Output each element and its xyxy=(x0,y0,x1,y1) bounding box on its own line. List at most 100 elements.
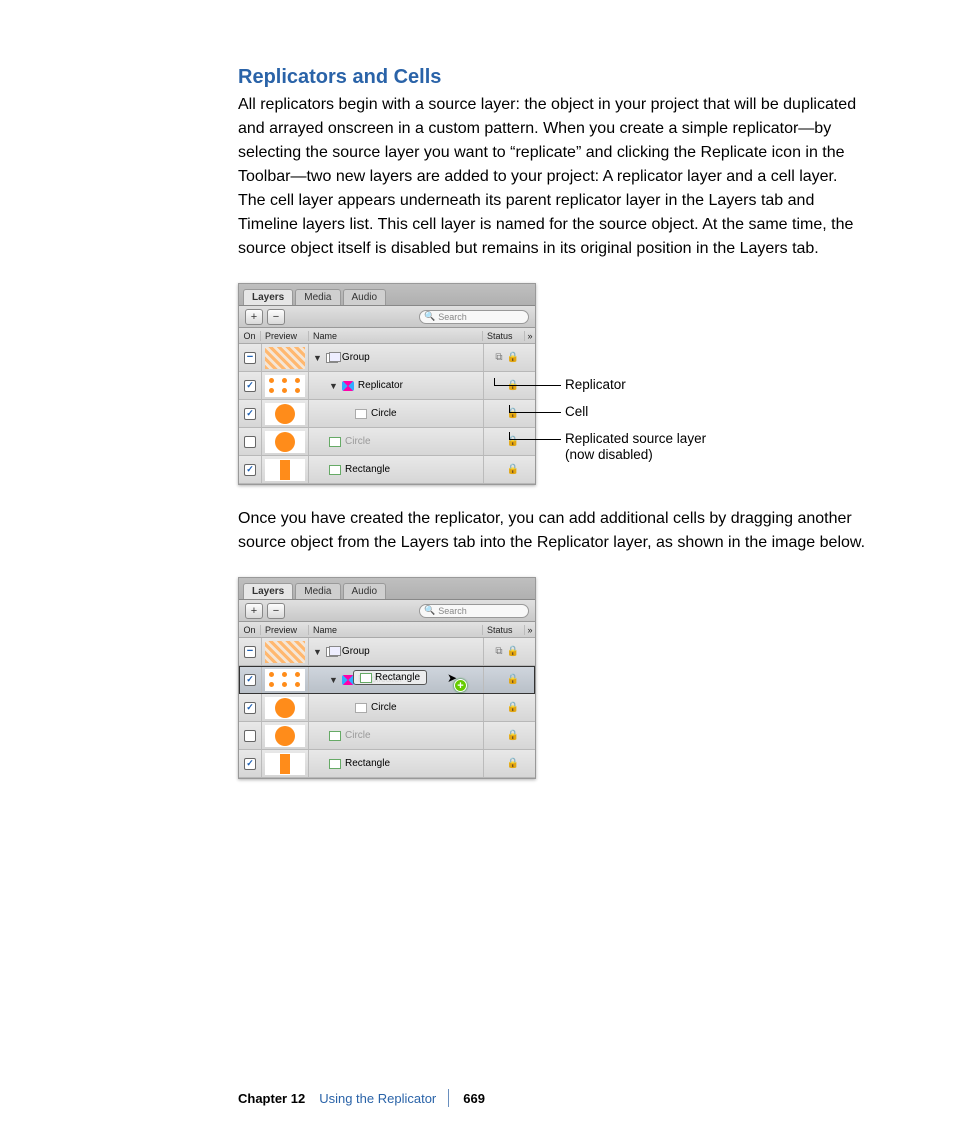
layer-row-group[interactable]: ▼ Group ⧉ 🔒 xyxy=(239,638,535,666)
hdr-status: Status xyxy=(483,625,525,635)
lock-icon[interactable]: 🔒 xyxy=(507,646,519,657)
footer-chapter-label: Chapter 12 xyxy=(238,1091,305,1106)
layer-row-rectangle[interactable]: Rectangle 🔒 xyxy=(239,750,535,778)
checkbox[interactable] xyxy=(244,702,256,714)
hdr-overflow: » xyxy=(525,331,535,341)
search-input[interactable]: 🔍 Search xyxy=(419,604,529,618)
preview-thumb xyxy=(265,641,305,663)
callout-cell: Cell xyxy=(565,404,588,421)
remove-button[interactable]: − xyxy=(267,309,285,325)
preview-thumb xyxy=(265,725,305,747)
search-input[interactable]: 🔍 Search xyxy=(419,310,529,324)
remove-button[interactable]: − xyxy=(267,603,285,619)
hdr-name: Name xyxy=(309,625,483,635)
shape-icon xyxy=(329,465,341,475)
preview-thumb xyxy=(265,403,305,425)
shape-icon xyxy=(329,437,341,447)
lock-icon[interactable]: 🔒 xyxy=(507,758,519,769)
preview-thumb xyxy=(265,375,305,397)
lock-icon[interactable]: 🔒 xyxy=(507,352,519,363)
tab-layers[interactable]: Layers xyxy=(243,583,293,599)
tab-audio[interactable]: Audio xyxy=(343,289,387,305)
shape-icon xyxy=(360,673,372,683)
layer-row-source-circle-disabled[interactable]: Circle 🔒 xyxy=(239,722,535,750)
search-placeholder: Search xyxy=(438,606,467,616)
copy-plus-icon: + xyxy=(454,679,467,692)
tab-layers[interactable]: Layers xyxy=(243,289,293,305)
checkbox[interactable] xyxy=(244,730,256,742)
layer-name: Group xyxy=(342,352,370,363)
layer-name: Group xyxy=(342,646,370,657)
checkbox[interactable] xyxy=(244,758,256,770)
panel-tabs: Layers Media Audio xyxy=(239,284,535,306)
search-icon: 🔍 xyxy=(424,605,435,616)
add-button[interactable]: + xyxy=(245,309,263,325)
callout-replicator: Replicator xyxy=(565,377,626,394)
panel-tabs: Layers Media Audio xyxy=(239,578,535,600)
tab-audio[interactable]: Audio xyxy=(343,583,387,599)
link-icon: ⧉ xyxy=(495,646,502,657)
checkbox[interactable] xyxy=(244,674,256,686)
layer-row-rectangle[interactable]: Rectangle 🔒 xyxy=(239,456,535,484)
body-para-2: Once you have created the replicator, yo… xyxy=(238,507,868,555)
checkbox[interactable] xyxy=(244,436,256,448)
tab-media[interactable]: Media xyxy=(295,289,340,305)
checkbox[interactable] xyxy=(244,408,256,420)
shape-icon xyxy=(355,409,367,419)
shape-icon xyxy=(355,703,367,713)
drag-ghost: Rectangle xyxy=(353,670,427,685)
layer-row-replicator[interactable]: ▼Replicator 🔒 xyxy=(239,372,535,400)
layer-name: Circle xyxy=(345,730,371,741)
hdr-preview: Preview xyxy=(261,331,309,341)
layer-name: Rectangle xyxy=(345,464,390,475)
replicator-icon xyxy=(342,381,354,391)
checkbox[interactable] xyxy=(244,646,256,658)
preview-thumb xyxy=(265,459,305,481)
checkbox[interactable] xyxy=(244,464,256,476)
layer-row-source-circle-disabled[interactable]: Circle 🔒 xyxy=(239,428,535,456)
lock-icon[interactable]: 🔒 xyxy=(507,464,519,475)
layer-name: Circle xyxy=(371,702,397,713)
hdr-on: On xyxy=(239,625,261,635)
shape-icon xyxy=(329,759,341,769)
preview-thumb xyxy=(265,697,305,719)
lock-icon[interactable]: 🔒 xyxy=(507,702,519,713)
tab-media[interactable]: Media xyxy=(295,583,340,599)
layer-row-cell-circle[interactable]: Circle 🔒 xyxy=(239,400,535,428)
preview-thumb xyxy=(265,753,305,775)
layer-name: Rectangle xyxy=(345,758,390,769)
preview-thumb xyxy=(265,669,305,691)
panel-toolbar: + − 🔍 Search xyxy=(239,600,535,622)
search-placeholder: Search xyxy=(438,312,467,322)
disclosure-icon[interactable]: ▼ xyxy=(329,675,338,685)
disclosure-icon[interactable]: ▼ xyxy=(313,647,322,657)
page-footer: Chapter 12 Using the Replicator 669 xyxy=(238,1089,868,1107)
hdr-on: On xyxy=(239,331,261,341)
layers-panel-1: Layers Media Audio + − 🔍 Search On Previ… xyxy=(238,283,536,485)
layer-row-group[interactable]: ▼Group ⧉🔒 xyxy=(239,344,535,372)
section-heading: Replicators and Cells xyxy=(238,66,868,89)
checkbox[interactable] xyxy=(244,380,256,392)
shape-icon xyxy=(329,731,341,741)
add-button[interactable]: + xyxy=(245,603,263,619)
lock-icon[interactable]: 🔒 xyxy=(507,730,519,741)
hdr-status: Status xyxy=(483,331,525,341)
column-headers: On Preview Name Status » xyxy=(239,622,535,638)
preview-thumb xyxy=(265,431,305,453)
hdr-preview: Preview xyxy=(261,625,309,635)
callout-source-2: (now disabled) xyxy=(565,447,653,464)
layer-row-replicator-drop[interactable]: ▼Replicator 🔒 Rectangle ➤ + xyxy=(239,666,535,694)
layer-name: Replicator xyxy=(358,380,403,391)
drag-ghost-label: Rectangle xyxy=(375,672,420,683)
footer-page-number: 669 xyxy=(463,1091,485,1106)
column-headers: On Preview Name Status » xyxy=(239,328,535,344)
search-icon: 🔍 xyxy=(424,311,435,322)
group-icon xyxy=(326,353,338,363)
layer-row-cell-circle[interactable]: Circle 🔒 xyxy=(239,694,535,722)
checkbox[interactable] xyxy=(244,352,256,364)
disclosure-icon[interactable]: ▼ xyxy=(329,381,338,391)
lock-icon[interactable]: 🔒 xyxy=(507,674,519,685)
disclosure-icon[interactable]: ▼ xyxy=(313,353,322,363)
hdr-overflow: » xyxy=(525,625,535,635)
preview-thumb xyxy=(265,347,305,369)
